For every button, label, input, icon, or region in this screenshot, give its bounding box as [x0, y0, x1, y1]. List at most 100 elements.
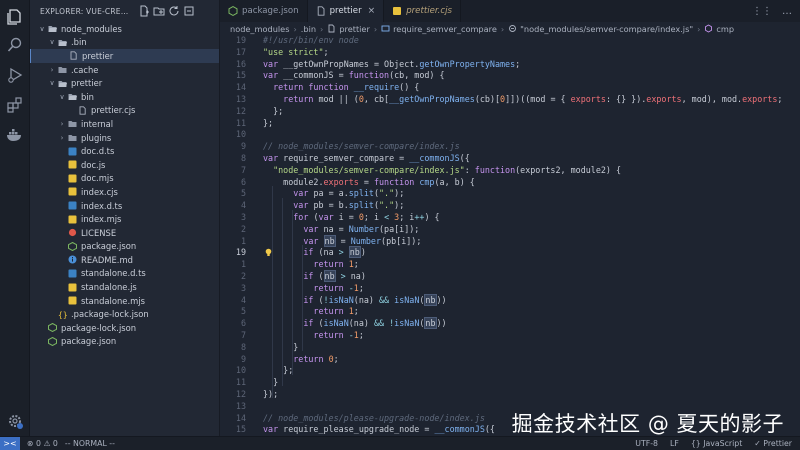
- tree-item-label: index.mjs: [81, 214, 122, 225]
- explorer-icon[interactable]: [6, 8, 24, 26]
- tree-file[interactable]: package-lock.json: [30, 321, 219, 335]
- tree-folder[interactable]: › internal: [30, 117, 219, 131]
- tree-file[interactable]: standalone.js: [30, 280, 219, 294]
- line-number: 8: [240, 153, 246, 163]
- run-debug-icon[interactable]: [6, 66, 24, 84]
- language-mode-status[interactable]: {} JavaScript: [691, 439, 742, 448]
- docker-icon[interactable]: [6, 126, 24, 144]
- tree-file[interactable]: package.json: [30, 240, 219, 254]
- file-js-icon: [68, 215, 77, 224]
- tree-item-label: internal: [81, 118, 114, 129]
- problems-count[interactable]: ⊗ 0 ⚠ 0: [27, 439, 58, 448]
- code-line: if (nb > na): [303, 270, 366, 282]
- code-line: var pb = b.split(".");: [293, 200, 405, 211]
- line-number: 2: [240, 223, 246, 234]
- code-line: return 0;: [293, 353, 339, 364]
- line-number: 3: [240, 282, 246, 293]
- line-number: 9: [240, 353, 246, 364]
- more-actions-icon[interactable]: …: [782, 6, 792, 17]
- refresh-icon[interactable]: [168, 5, 180, 17]
- tree-file[interactable]: LICENSE: [30, 226, 219, 240]
- file-ts-icon: [68, 147, 77, 156]
- line-number: 3: [240, 212, 246, 222]
- line-number: 13: [235, 94, 246, 104]
- line-number: 7: [240, 164, 246, 175]
- prettier-status[interactable]: ✓ Prettier: [754, 439, 792, 448]
- tree-file[interactable]: doc.d.ts: [30, 144, 219, 158]
- split-editor-icon[interactable]: ⋮⋮: [752, 6, 772, 17]
- remote-indicator[interactable]: ><: [0, 436, 20, 450]
- tree-file[interactable]: doc.mjs: [30, 172, 219, 186]
- line-ending-status[interactable]: LF: [670, 439, 679, 448]
- file-icon: [316, 6, 326, 16]
- breadcrumb-item[interactable]: .bin: [301, 24, 316, 34]
- tree-file[interactable]: prettier.cjs: [30, 104, 219, 118]
- chevron-down-icon: ∨: [59, 92, 65, 101]
- folder-open-icon: [58, 79, 67, 88]
- file-js-icon: [68, 160, 77, 169]
- folder-icon: [68, 119, 77, 128]
- chevron-right-icon: ›: [60, 133, 64, 142]
- tree-folder[interactable]: ∨ .bin: [30, 36, 219, 50]
- line-number: 2: [240, 271, 246, 281]
- tree-folder[interactable]: ∨ node_modules: [30, 22, 219, 36]
- editor-tab[interactable]: prettier ×: [307, 0, 385, 22]
- chevron-down-icon: ∨: [39, 24, 45, 33]
- breadcrumb: node_modules › .bin › prettier › require_se…: [230, 23, 735, 34]
- tree-file[interactable]: index.mjs: [30, 212, 219, 226]
- status-bar: >< ⊗ 0 ⚠ 0 -- NORMAL -- UTF-8 LF {} Java…: [0, 436, 800, 450]
- editor-tab[interactable]: prettier.cjs: [384, 0, 461, 22]
- file-json-green-icon: [68, 241, 77, 251]
- tree-item-label: prettier: [71, 78, 103, 89]
- code-editor[interactable]: 19 17 16 15 14 13 12 11 10 9 8 7 6 5 4 3 2 1 19 1 2 3 4 5 6 7 8 9 10…: [220, 35, 800, 436]
- line-number: 4: [240, 200, 246, 211]
- tree-file[interactable]: index.cjs: [30, 185, 219, 199]
- file-js-icon: [68, 187, 77, 196]
- code-line: // node_modules/semver-compare/index.js: [263, 141, 460, 152]
- new-folder-icon[interactable]: [153, 5, 165, 17]
- tree-folder[interactable]: › plugins: [30, 131, 219, 145]
- line-number: 16: [235, 58, 246, 69]
- tree-item-label: index.cjs: [81, 186, 118, 197]
- line-number: 9: [240, 141, 246, 152]
- breadcrumb-item[interactable]: prettier: [339, 24, 370, 34]
- close-tab-icon[interactable]: ×: [368, 6, 376, 16]
- tree-file[interactable]: standalone.d.ts: [30, 267, 219, 281]
- activity-bar: [0, 0, 30, 436]
- breadcrumb-item[interactable]: cmp: [716, 24, 734, 34]
- explorer-toolbar: [138, 5, 195, 17]
- settings-gear-icon[interactable]: [6, 412, 24, 430]
- tree-folder[interactable]: ∨ prettier: [30, 76, 219, 90]
- search-icon[interactable]: [6, 36, 24, 54]
- file-info-icon: [68, 255, 77, 264]
- breadcrumb-item[interactable]: "node_modules/semver-compare/index.js": [520, 24, 693, 34]
- breadcrumb-item[interactable]: node_modules: [230, 24, 289, 34]
- file-generic-icon: [69, 51, 78, 61]
- editor-tab[interactable]: package.json: [220, 0, 308, 22]
- tree-file[interactable]: package.json: [30, 335, 219, 349]
- extensions-icon[interactable]: [6, 96, 24, 114]
- encoding-status[interactable]: UTF-8: [635, 439, 658, 448]
- file-js-icon: [68, 296, 77, 305]
- line-number: 5: [240, 188, 246, 199]
- folder-icon: [68, 133, 77, 142]
- tree-file[interactable]: prettier: [30, 49, 219, 63]
- collapse-icon[interactable]: [183, 5, 195, 17]
- tree-file[interactable]: README.md: [30, 253, 219, 267]
- tree-file[interactable]: doc.js: [30, 158, 219, 172]
- tree-file[interactable]: {} .package-lock.json: [30, 307, 219, 321]
- line-number: 14: [235, 412, 246, 423]
- code-line: });: [263, 389, 279, 399]
- code-line: return 1;: [313, 306, 359, 317]
- code-line: var pa = a.split(".");: [293, 188, 405, 199]
- tree-item-label: .cache: [71, 64, 99, 75]
- tree-file[interactable]: index.d.ts: [30, 199, 219, 213]
- editor-tabs: package.json prettier × prettier.cjs ⋮⋮ …: [220, 0, 800, 22]
- new-file-icon[interactable]: [138, 5, 150, 17]
- json-file-icon: [228, 6, 238, 16]
- tree-folder[interactable]: ∨ bin: [30, 90, 219, 104]
- tree-folder[interactable]: › .cache: [30, 63, 219, 77]
- tree-item-label: package.json: [61, 336, 117, 347]
- breadcrumb-item[interactable]: require_semver_compare: [393, 24, 497, 34]
- tree-file[interactable]: standalone.mjs: [30, 294, 219, 308]
